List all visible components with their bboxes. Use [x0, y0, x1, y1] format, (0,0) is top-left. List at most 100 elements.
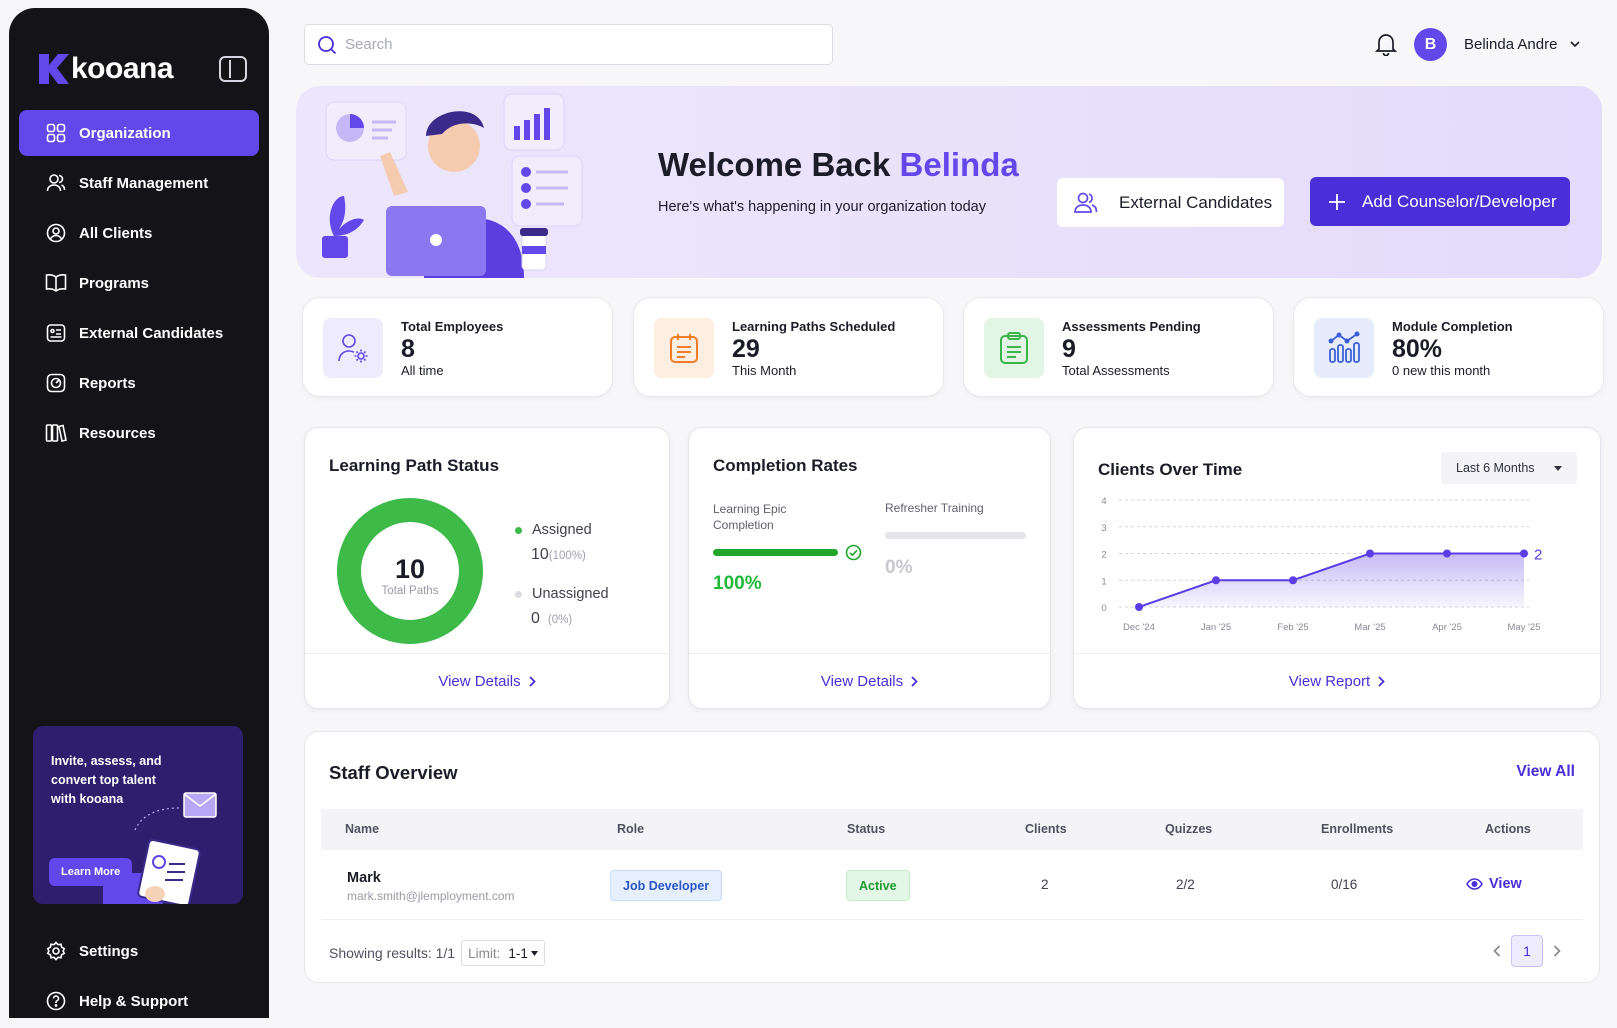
- role-badge: Job Developer: [610, 870, 723, 901]
- link-label: View Details: [438, 672, 521, 690]
- showing-results: Showing results: 1/1: [329, 945, 456, 961]
- y-tick-label: 2: [1101, 550, 1106, 561]
- stat-card-module-completion[interactable]: Module Completion 80% 0 new this month: [1293, 297, 1604, 397]
- promo-card: Invite, assess, and convert top talent w…: [33, 726, 243, 904]
- column-header[interactable]: Role: [617, 822, 644, 836]
- view-staff-button[interactable]: View: [1466, 876, 1522, 892]
- calendar-icon: [654, 318, 714, 378]
- library-icon: [45, 422, 67, 444]
- limit-select[interactable]: Limit: 1-1: [461, 940, 545, 966]
- x-tick-label: May '25: [1508, 622, 1541, 633]
- gear-icon: [45, 940, 67, 962]
- stat-label: Assessments Pending: [1062, 319, 1201, 334]
- chevron-right-icon: [528, 675, 536, 687]
- sidebar-nav: Organization Staff Management All Client…: [19, 110, 259, 460]
- column-header[interactable]: Name: [345, 822, 379, 836]
- notification-bell-icon[interactable]: [1375, 32, 1397, 56]
- stat-card-total-employees[interactable]: Total Employees 8 All time: [302, 297, 613, 397]
- add-counselor-button[interactable]: Add Counselor/Developer: [1310, 177, 1570, 226]
- view-details-link[interactable]: View Details: [689, 653, 1050, 708]
- stat-label: Learning Paths Scheduled: [732, 319, 896, 334]
- epic-progress-fill: [713, 549, 838, 556]
- chevron-left-icon[interactable]: [1493, 945, 1501, 957]
- legend-unassigned: Unassigned: [515, 586, 609, 602]
- search-icon: [318, 35, 337, 54]
- sidebar-item-all-clients[interactable]: All Clients: [19, 210, 259, 256]
- sidebar-item-programs[interactable]: Programs: [19, 260, 259, 306]
- sidebar-collapse-icon[interactable]: [219, 56, 247, 82]
- users-icon: [45, 172, 67, 194]
- user-name[interactable]: Belinda Andre: [1464, 36, 1557, 53]
- check-circle-icon: [845, 544, 862, 561]
- view-report-link[interactable]: View Report: [1074, 653, 1600, 708]
- users-icon: [1074, 192, 1098, 213]
- sidebar-item-reports[interactable]: Reports: [19, 360, 259, 406]
- mail-icon: [183, 792, 217, 818]
- chevron-down-icon[interactable]: [1570, 41, 1580, 48]
- donut-total-label: Total Paths: [381, 585, 439, 597]
- sidebar-item-label: Staff Management: [79, 174, 209, 192]
- sidebar-item-resources[interactable]: Resources: [19, 410, 259, 456]
- dotted-path-icon: [134, 807, 180, 831]
- column-header[interactable]: Enrollments: [1321, 822, 1393, 836]
- sidebar-bottom-nav: Settings Help & Support: [19, 928, 259, 1028]
- y-tick-label: 0: [1101, 603, 1106, 614]
- link-label: View Report: [1288, 672, 1371, 690]
- book-icon: [45, 272, 67, 294]
- stat-value: 8: [401, 335, 415, 363]
- column-header[interactable]: Actions: [1485, 822, 1531, 836]
- learn-more-button[interactable]: Learn More: [49, 858, 133, 886]
- grid-icon: [45, 122, 67, 144]
- data-point: [1520, 549, 1528, 558]
- epic-label: Learning Epic Completion: [713, 502, 787, 532]
- sidebar-item-organization[interactable]: Organization: [19, 110, 259, 156]
- sidebar-item-staff-management[interactable]: Staff Management: [19, 160, 259, 206]
- end-value-label: 2: [1534, 547, 1542, 564]
- column-header[interactable]: Clients: [1025, 822, 1067, 836]
- donut-total: 10: [394, 554, 426, 584]
- stat-value: 29: [732, 335, 760, 363]
- search-bar[interactable]: [304, 24, 833, 65]
- x-tick-label: Dec '24: [1123, 622, 1155, 633]
- learning-path-status-card: Learning Path Status 10 Total Paths Assi…: [304, 427, 670, 709]
- view-all-link[interactable]: View All: [1516, 763, 1575, 781]
- sidebar-item-external-candidates[interactable]: External Candidates: [19, 310, 259, 356]
- table-header: Name Role Status Clients Quizzes Enrollm…: [321, 809, 1583, 850]
- epic-value: 100%: [713, 573, 762, 594]
- x-tick-label: Jan '25: [1201, 622, 1231, 633]
- legend-assigned-value: 10(100%): [531, 546, 586, 564]
- quizzes-count: 2/2: [1176, 877, 1195, 892]
- app-logo[interactable]: kooana: [39, 52, 174, 86]
- data-point: [1289, 576, 1297, 585]
- avatar[interactable]: B: [1414, 28, 1447, 61]
- staff-email: mark.smith@jlemployment.com: [347, 889, 515, 903]
- refresher-value: 0%: [885, 557, 913, 578]
- sidebar-item-label: Help & Support: [79, 992, 189, 1010]
- column-header[interactable]: Status: [847, 822, 885, 836]
- chevron-right-icon[interactable]: [1553, 945, 1561, 957]
- assigned-percent: (100%): [548, 550, 586, 562]
- sidebar-item-label: Reports: [79, 374, 136, 392]
- page-button[interactable]: 1: [1511, 935, 1543, 967]
- sidebar-item-label: Settings: [79, 942, 139, 960]
- staff-overview-card: Staff Overview View All Name Role Status…: [304, 731, 1600, 983]
- stat-card-assessments[interactable]: Assessments Pending 9 Total Assessments: [963, 297, 1274, 397]
- range-select[interactable]: Last 6 Months: [1441, 452, 1577, 484]
- table-row[interactable]: Mark mark.smith@jlemployment.com Job Dev…: [321, 850, 1583, 920]
- sidebar-item-settings[interactable]: Settings: [19, 928, 259, 974]
- bar-chart-icon: [1314, 318, 1374, 378]
- external-candidates-button[interactable]: External Candidates: [1057, 178, 1284, 227]
- view-details-link[interactable]: View Details: [305, 653, 669, 708]
- promo-text: Invite, assess, and convert top talent w…: [51, 754, 162, 806]
- stat-card-learning-paths[interactable]: Learning Paths Scheduled 29 This Month: [633, 297, 944, 397]
- stat-sub: 0 new this month: [1392, 363, 1491, 378]
- stat-value: 80%: [1392, 335, 1443, 363]
- refresher-progress-track: [885, 532, 1026, 539]
- search-input[interactable]: [345, 36, 815, 53]
- page-subtitle: Here's what's happening in your organiza…: [658, 199, 986, 215]
- sidebar-item-label: Programs: [79, 274, 150, 292]
- column-header[interactable]: Quizzes: [1165, 822, 1212, 836]
- user-circle-icon: [45, 222, 67, 244]
- sidebar-item-help[interactable]: Help & Support: [19, 978, 259, 1024]
- stat-sub: This Month: [732, 363, 797, 378]
